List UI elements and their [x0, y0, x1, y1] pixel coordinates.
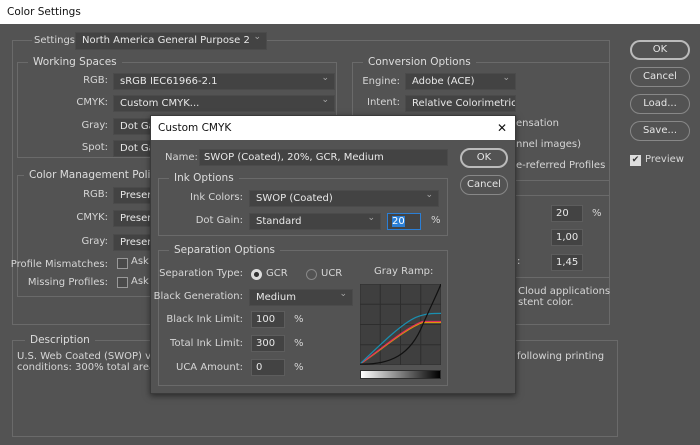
custom-cmyk-dialog: Custom CMYK ✕ Name: SWOP (Coated), 20%, …: [150, 115, 516, 394]
blend-rgb-gamma-input[interactable]: 1,00: [551, 229, 583, 246]
name-input[interactable]: SWOP (Coated), 20%, GCR, Medium: [199, 149, 448, 166]
black-ink-limit-input[interactable]: 100: [251, 311, 285, 328]
dialog-ok-button[interactable]: OK: [460, 148, 508, 168]
settings-label: Settings:: [32, 35, 81, 46]
black-generation-dropdown[interactable]: Medium: [249, 289, 353, 306]
cancel-button[interactable]: Cancel: [630, 67, 690, 87]
uca-amount-input[interactable]: 0: [251, 359, 285, 376]
intent-dropdown[interactable]: Relative Colorimetric: [405, 95, 516, 112]
dot-gain-dropdown[interactable]: Standard: [249, 213, 381, 230]
missing-profile-checkbox[interactable]: [117, 277, 128, 288]
gray-gradient-bar: [360, 370, 441, 379]
gray-ramp-graph: [360, 284, 441, 365]
cmyk-working-space-dropdown[interactable]: Custom CMYK...: [113, 95, 335, 112]
gcr-radio[interactable]: [251, 269, 262, 280]
save-button[interactable]: Save...: [630, 121, 690, 141]
ink-colors-dropdown[interactable]: SWOP (Coated): [249, 190, 439, 207]
ucr-radio[interactable]: [306, 269, 317, 280]
dialog-title: Custom CMYK: [158, 122, 232, 134]
description-text: U.S. Web Coated (SWOP) v2: U: [17, 351, 172, 362]
total-ink-limit-input[interactable]: 300: [251, 335, 285, 352]
blend-text-gamma-input[interactable]: 1,45: [551, 254, 583, 271]
window-title: Color Settings: [7, 6, 81, 18]
dialog-title-bar: Custom CMYK ✕: [151, 116, 515, 140]
rgb-working-space-dropdown[interactable]: sRGB IEC61966-2.1: [113, 73, 335, 90]
dot-gain-input[interactable]: 20: [387, 213, 421, 230]
load-button[interactable]: Load...: [630, 94, 690, 114]
profile-mismatch-checkbox[interactable]: [117, 258, 128, 269]
dialog-cancel-button[interactable]: Cancel: [460, 175, 508, 195]
close-icon[interactable]: ✕: [497, 121, 507, 135]
ok-button[interactable]: OK: [630, 40, 690, 60]
settings-dropdown[interactable]: North America General Purpose 2: [75, 32, 267, 50]
desaturate-amount-input[interactable]: 20: [551, 205, 583, 222]
engine-dropdown[interactable]: Adobe (ACE): [405, 73, 516, 90]
preview-checkbox[interactable]: ✔: [630, 155, 641, 166]
title-bar: Color Settings: [0, 0, 700, 24]
